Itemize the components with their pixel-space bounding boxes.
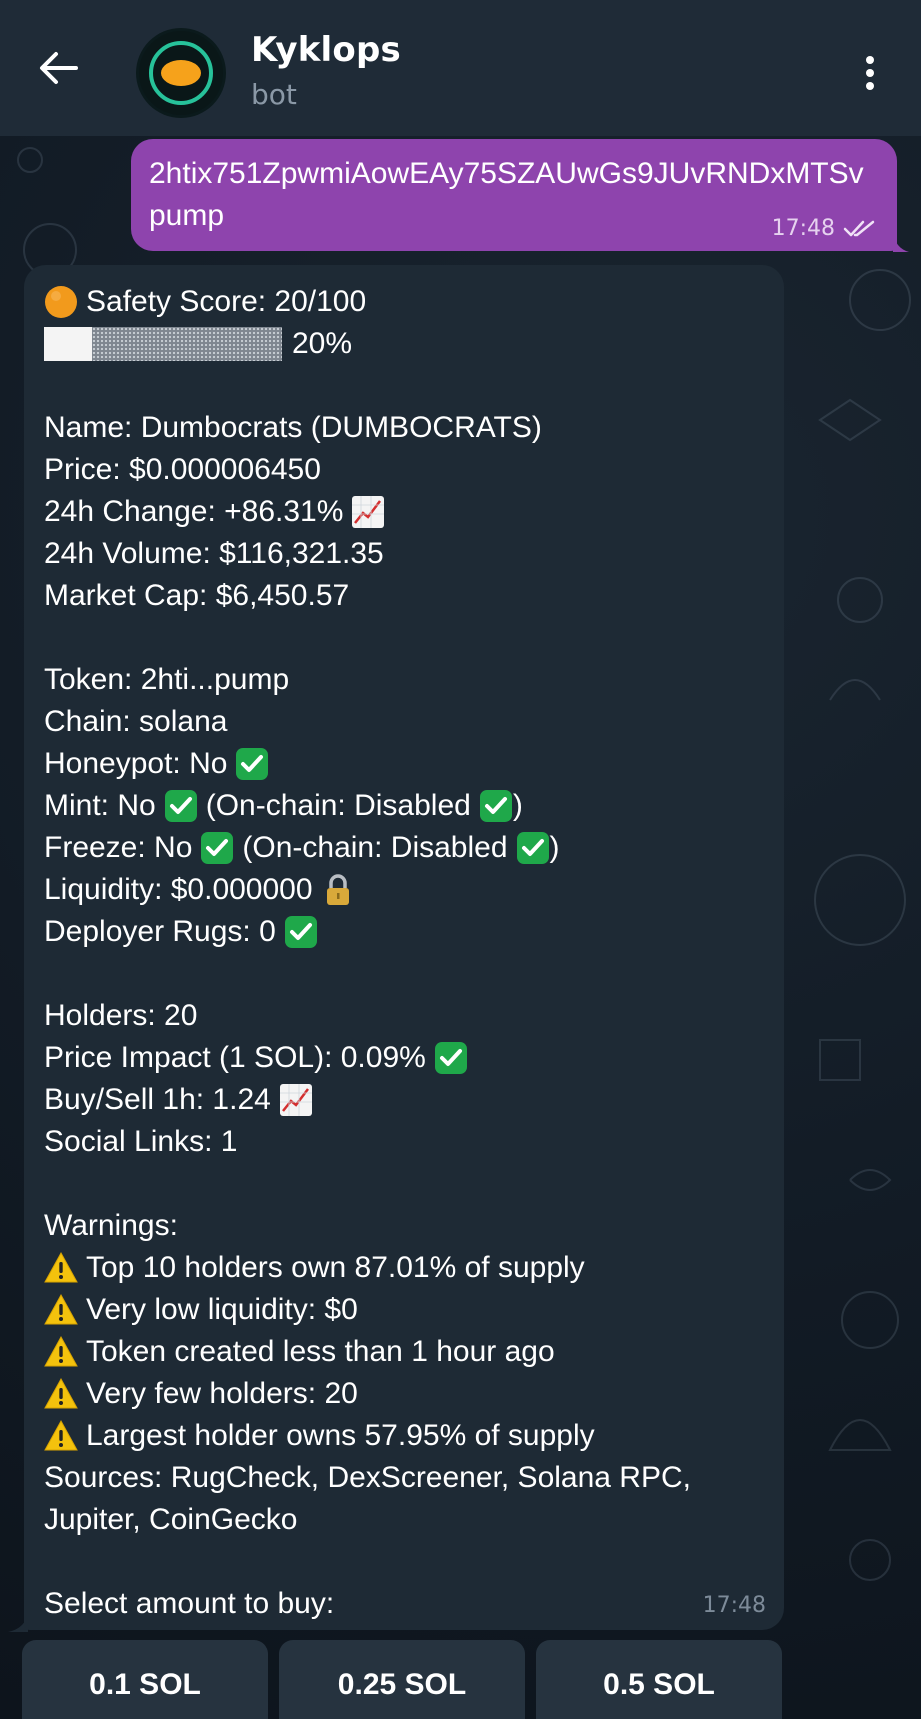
- arrow-left-icon: [40, 52, 78, 84]
- holders-count: Holders: 20: [44, 999, 198, 1032]
- chat-title-block[interactable]: Kyklops bot: [251, 30, 401, 111]
- token-24h-change: 24h Change: +86.31%: [44, 491, 764, 533]
- warnings-title: Warnings:: [44, 1209, 178, 1242]
- kyklops-logo-icon: [139, 31, 223, 115]
- sources-line-2: Jupiter, CoinGecko: [44, 1503, 298, 1536]
- chart-increasing-icon: [352, 496, 385, 528]
- warning-icon: [44, 1335, 78, 1367]
- check-mark-icon: [434, 1042, 467, 1074]
- back-button[interactable]: [32, 42, 84, 94]
- warning-item: Very low liquidity: $0: [44, 1289, 764, 1331]
- mint-status: Mint: No (On-chain: Disabled ): [44, 789, 523, 822]
- incoming-message-time: 17:48: [702, 1593, 766, 1618]
- lock-icon: [326, 874, 349, 905]
- chart-increasing-icon: [279, 1084, 312, 1116]
- buy-0.5-sol-button[interactable]: 0.5 SOL: [536, 1640, 782, 1719]
- liquidity-status: Liquidity: $0.000000: [44, 869, 764, 911]
- buy-sell-ratio: Buy/Sell 1h: 1.24: [44, 1079, 764, 1121]
- outgoing-message-text: 2htix751ZpwmiAowEAy75SZAUwGs9JUvRNDxMTSv…: [149, 157, 864, 232]
- token-price: Price: $0.000006450: [44, 453, 321, 486]
- check-mark-icon: [516, 832, 549, 864]
- check-mark-icon: [236, 748, 269, 780]
- check-mark-icon: [284, 916, 317, 948]
- warning-icon: [44, 1419, 78, 1451]
- safety-score: Safety Score: 20/100: [86, 285, 367, 318]
- outgoing-message-time: 17:48: [771, 216, 835, 241]
- warning-item: Token created less than 1 hour ago: [44, 1331, 764, 1373]
- chat-header: Kyklops bot: [0, 0, 921, 136]
- token-address: Token: 2hti...pump: [44, 663, 290, 696]
- warning-item: Top 10 holders own 87.01% of supply: [44, 1247, 764, 1289]
- freeze-status: Freeze: No (On-chain: Disabled ): [44, 831, 560, 864]
- orange-circle-icon: [45, 286, 77, 318]
- outgoing-bubble-tail: [893, 232, 909, 252]
- deployer-rugs: Deployer Rugs: 0: [44, 911, 764, 953]
- warning-icon: [44, 1251, 78, 1283]
- buy-0.1-sol-button[interactable]: 0.1 SOL: [22, 1640, 268, 1719]
- progress-label: 20%: [292, 327, 353, 360]
- buy-0.25-sol-button[interactable]: 0.25 SOL: [279, 1640, 525, 1719]
- price-impact: Price Impact (1 SOL): 0.09%: [44, 1037, 764, 1079]
- check-mark-icon: [479, 790, 512, 822]
- select-amount-prompt: Select amount to buy:: [44, 1587, 335, 1620]
- bot-report: Safety Score: 20/100 20% Name: Dumbocrat…: [44, 281, 764, 1625]
- progress-filled: [44, 327, 92, 361]
- token-chain: Chain: solana: [44, 705, 228, 738]
- incoming-message[interactable]: Safety Score: 20/100 20% Name: Dumbocrat…: [24, 265, 784, 1630]
- sources-line: Sources: RugCheck, DexScreener, Solana R…: [44, 1461, 691, 1494]
- social-links: Social Links: 1: [44, 1125, 238, 1158]
- token-24h-volume: 24h Volume: $116,321.35: [44, 537, 384, 570]
- safety-score-line: Safety Score: 20/100: [44, 281, 764, 323]
- chat-screen: Kyklops bot 2htix751ZpwmiAowEAy75SZAUwGs…: [0, 0, 921, 1719]
- outgoing-message-meta: 17:48: [772, 216, 877, 241]
- honeypot-status: Honeypot: No: [44, 743, 764, 785]
- warning-icon: [44, 1377, 78, 1409]
- more-menu-button[interactable]: [850, 48, 890, 98]
- safety-progress-line: 20%: [44, 323, 764, 365]
- token-market-cap: Market Cap: $6,450.57: [44, 579, 350, 612]
- check-mark-icon: [201, 832, 234, 864]
- chat-title: Kyklops: [251, 30, 401, 70]
- outgoing-message[interactable]: 2htix751ZpwmiAowEAy75SZAUwGs9JUvRNDxMTSv…: [131, 139, 897, 251]
- more-vertical-icon: [866, 56, 874, 64]
- check-mark-icon: [164, 790, 197, 822]
- warning-icon: [44, 1293, 78, 1325]
- warning-item: Largest holder owns 57.95% of supply: [44, 1415, 764, 1457]
- progress-empty: [92, 327, 282, 361]
- token-name: Name: Dumbocrats (DUMBOCRATS): [44, 411, 542, 444]
- chat-subtitle: bot: [251, 78, 297, 111]
- double-check-icon: [843, 220, 875, 236]
- warning-item: Very few holders: 20: [44, 1373, 764, 1415]
- bot-avatar[interactable]: [136, 28, 226, 118]
